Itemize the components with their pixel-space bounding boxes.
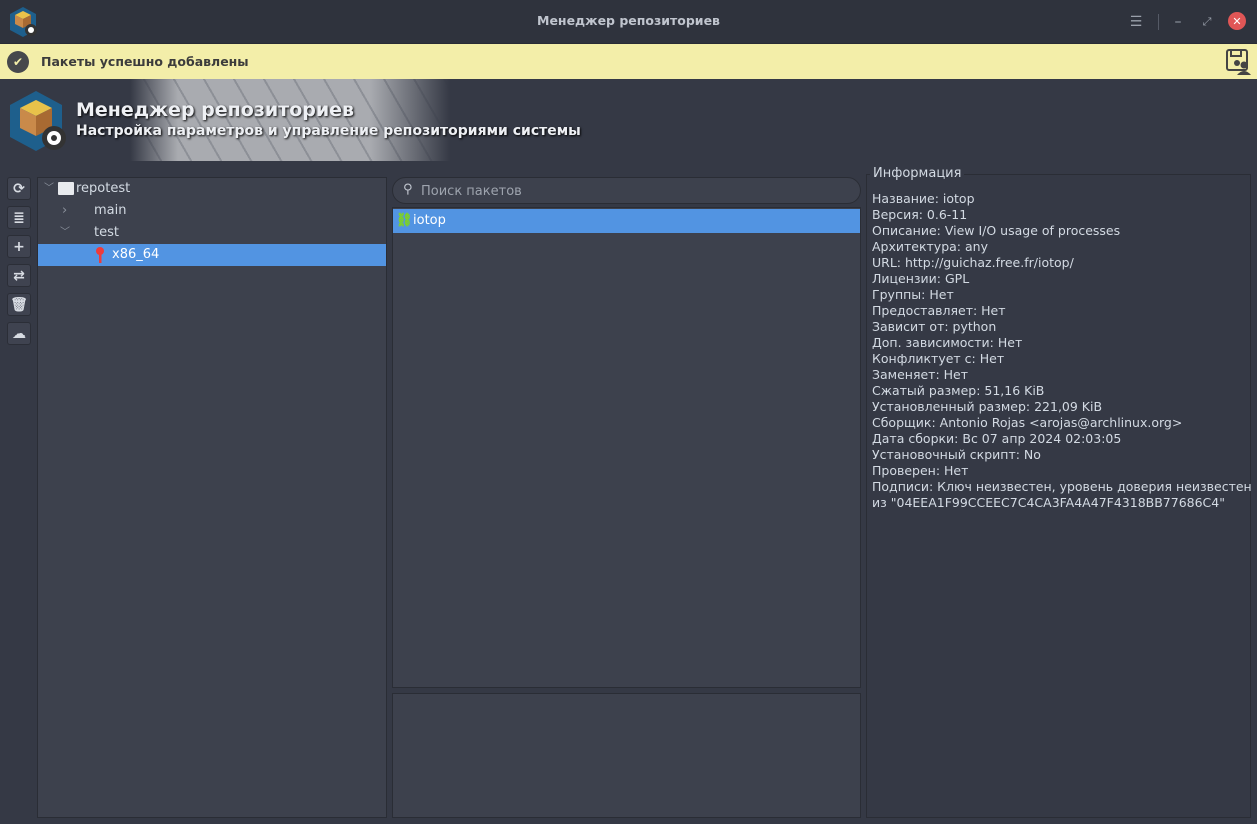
notification-message: Пакеты успешно добавлены bbox=[41, 54, 249, 69]
minimize-button[interactable]: – bbox=[1168, 12, 1188, 32]
chevron-down-icon[interactable]: ﹀ bbox=[60, 222, 70, 244]
refresh-button[interactable]: ⟳ bbox=[7, 177, 31, 200]
tree-item-label: repotest bbox=[76, 181, 131, 196]
package-list[interactable]: ⛓ iotop bbox=[392, 207, 861, 688]
title-bar: Менеджер репозиториев ☰ – ⤢ ✕ bbox=[0, 0, 1257, 44]
close-button[interactable]: ✕ bbox=[1228, 12, 1246, 30]
info-line: Конфликтует с: Нет bbox=[872, 351, 1005, 366]
info-line: Предоставляет: Нет bbox=[872, 303, 1006, 318]
info-line: из "04EEA1F99CCEEC7C4CA3FA4A47F4318BB776… bbox=[872, 495, 1225, 510]
info-line: Доп. зависимости: Нет bbox=[872, 335, 1023, 350]
tree-item-label: test bbox=[94, 225, 119, 240]
info-line: Дата сборки: Вс 07 апр 2024 02:03:05 bbox=[872, 431, 1122, 446]
tree-item-label: x86_64 bbox=[112, 247, 160, 262]
info-title: Информация bbox=[870, 166, 965, 181]
info-line: Сжатый размер: 51,16 KiB bbox=[872, 383, 1045, 398]
key-icon bbox=[96, 247, 104, 263]
maximize-button[interactable]: ⤢ bbox=[1197, 12, 1217, 32]
search-input[interactable] bbox=[421, 182, 841, 200]
package-search[interactable]: ⚲ bbox=[392, 177, 861, 204]
upload-icon: ☁ bbox=[12, 325, 26, 342]
delete-button[interactable]: 🗑 bbox=[7, 293, 31, 316]
search-icon: ⚲ bbox=[403, 182, 413, 197]
tree-item-test[interactable]: ﹀ test bbox=[38, 222, 386, 244]
chevron-down-icon[interactable]: ﹀ bbox=[44, 178, 54, 200]
window-title: Менеджер репозиториев bbox=[537, 13, 720, 28]
info-line: Проверен: Нет bbox=[872, 463, 969, 478]
info-line: Подписи: Ключ неизвестен, уровень довери… bbox=[872, 479, 1252, 494]
refresh-icon: ⟳ bbox=[13, 180, 25, 197]
repository-tree[interactable]: ﹀ repotest › main ﹀ test x86_64 bbox=[37, 177, 387, 818]
upload-button[interactable]: ☁ bbox=[7, 322, 31, 345]
database-icon: ≣ bbox=[13, 209, 25, 226]
trash-icon: 🗑 bbox=[10, 296, 28, 313]
info-line: Лицензии: GPL bbox=[872, 271, 970, 286]
info-line: Зависит от: python bbox=[872, 319, 997, 334]
add-icon: + bbox=[13, 238, 25, 255]
info-line: Название: iotop bbox=[872, 191, 975, 206]
package-name: iotop bbox=[413, 213, 446, 228]
divider bbox=[1158, 14, 1159, 30]
header-banner: Менеджер репозиториев Настройка параметр… bbox=[0, 79, 1257, 161]
info-line: Группы: Нет bbox=[872, 287, 954, 302]
tree-item-label: main bbox=[94, 203, 127, 218]
banner-subtitle: Настройка параметров и управление репози… bbox=[76, 123, 581, 139]
info-line: URL: http://guichaz.free.fr/iotop/ bbox=[872, 255, 1074, 270]
info-line: Сборщик: Antonio Rojas <arojas@archlinux… bbox=[872, 415, 1183, 430]
link-icon: ⛓ bbox=[396, 213, 413, 228]
add-button[interactable]: + bbox=[7, 235, 31, 258]
check-icon: ✔ bbox=[7, 51, 29, 73]
info-line: Версия: 0.6-11 bbox=[872, 207, 968, 222]
info-line: Архитектура: any bbox=[872, 239, 988, 254]
info-line: Установленный размер: 221,09 KiB bbox=[872, 399, 1103, 414]
banner-title: Менеджер репозиториев bbox=[76, 99, 355, 121]
tree-item-repotest[interactable]: ﹀ repotest bbox=[38, 178, 386, 200]
package-item-iotop[interactable]: ⛓ iotop bbox=[393, 209, 860, 233]
app-logo-icon bbox=[10, 91, 66, 151]
chevron-right-icon[interactable]: › bbox=[62, 200, 67, 222]
notification-bar: ✔ Пакеты успешно добавлены bbox=[0, 44, 1257, 79]
tree-item-main[interactable]: › main bbox=[38, 200, 386, 222]
sync-button[interactable]: ⇄ bbox=[7, 264, 31, 287]
sync-icon: ⇄ bbox=[13, 267, 25, 284]
info-lines: Название: iotop Версия: 0.6-11 Описание: V… bbox=[872, 191, 1252, 511]
info-line: Описание: View I/O usage of processes bbox=[872, 223, 1121, 238]
info-line: Заменяет: Нет bbox=[872, 367, 969, 382]
menu-button[interactable]: ☰ bbox=[1126, 12, 1146, 32]
save-user-icon[interactable] bbox=[1225, 48, 1252, 76]
tree-item-x86-64[interactable]: x86_64 bbox=[38, 244, 386, 266]
folder-icon bbox=[58, 182, 74, 195]
info-line: Установочный скрипт: No bbox=[872, 447, 1041, 462]
database-button[interactable]: ≣ bbox=[7, 206, 31, 229]
details-panel bbox=[392, 693, 861, 818]
